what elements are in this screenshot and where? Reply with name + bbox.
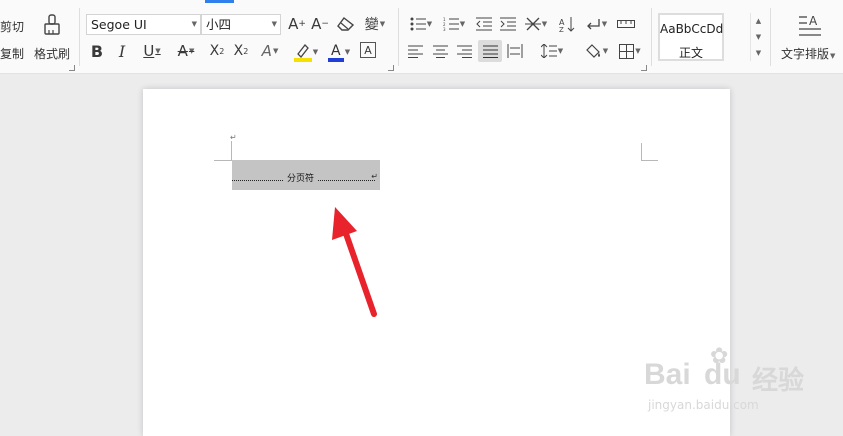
annotation-arrow [332,207,377,317]
